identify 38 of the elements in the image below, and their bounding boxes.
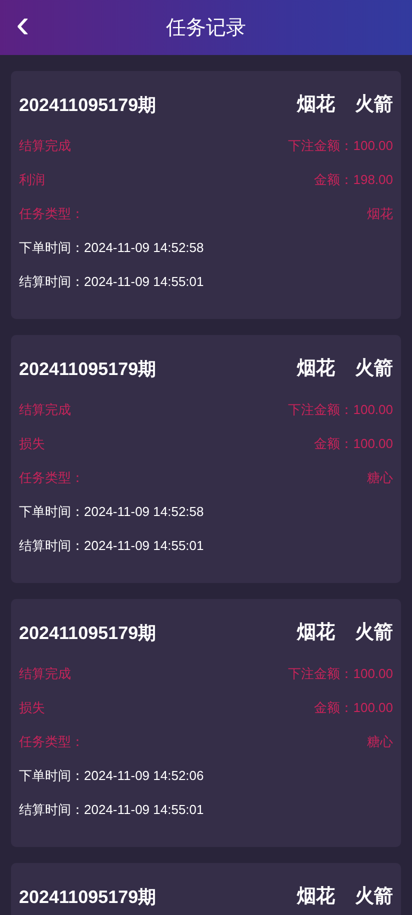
time-text: 下单时间：2024-11-09 14:52:06 <box>19 767 204 786</box>
record-value: 金额：100.00 <box>314 699 393 718</box>
time-text: 下单时间：2024-11-09 14:52:58 <box>19 239 204 258</box>
record-label: 结算完成 <box>19 137 71 156</box>
record-value: 金额：198.00 <box>314 171 393 190</box>
period-number: 202411095179期 <box>19 886 156 908</box>
record-label: 任务类型： <box>19 205 84 224</box>
record-label: 结算完成 <box>19 665 71 684</box>
game-tag: 烟花 <box>297 354 335 384</box>
record-label: 损失 <box>19 435 45 454</box>
record-label: 任务类型： <box>19 469 84 488</box>
time-text: 结算时间：2024-11-09 14:55:01 <box>19 801 204 820</box>
period-number: 202411095179期 <box>19 622 156 644</box>
record-value: 糖心 <box>367 733 393 752</box>
record-value: 下注金额：100.00 <box>288 401 393 420</box>
record-value: 烟花 <box>367 205 393 224</box>
record-label: 损失 <box>19 699 45 718</box>
record-value: 下注金额：100.00 <box>288 137 393 156</box>
period-number: 202411095179期 <box>19 358 156 380</box>
record-label: 结算完成 <box>19 401 71 420</box>
game-tag: 火箭 <box>355 618 393 648</box>
game-tag: 火箭 <box>355 90 393 120</box>
game-tag: 烟花 <box>297 882 335 912</box>
game-tag: 火箭 <box>355 882 393 912</box>
back-button[interactable]: ‹ <box>10 4 36 44</box>
game-tag: 火箭 <box>355 354 393 384</box>
record-label: 利润 <box>19 171 45 190</box>
time-text: 结算时间：2024-11-09 14:55:01 <box>19 537 204 556</box>
record-label: 任务类型： <box>19 733 84 752</box>
page-title: 任务记录 <box>166 16 246 40</box>
time-text: 下单时间：2024-11-09 14:52:58 <box>19 503 204 522</box>
period-number: 202411095179期 <box>19 94 156 116</box>
game-tag: 烟花 <box>297 90 335 120</box>
record-value: 金额：100.00 <box>314 435 393 454</box>
record-value: 下注金额：100.00 <box>288 665 393 684</box>
game-tag: 烟花 <box>297 618 335 648</box>
time-text: 结算时间：2024-11-09 14:55:01 <box>19 273 204 292</box>
record-value: 糖心 <box>367 469 393 488</box>
